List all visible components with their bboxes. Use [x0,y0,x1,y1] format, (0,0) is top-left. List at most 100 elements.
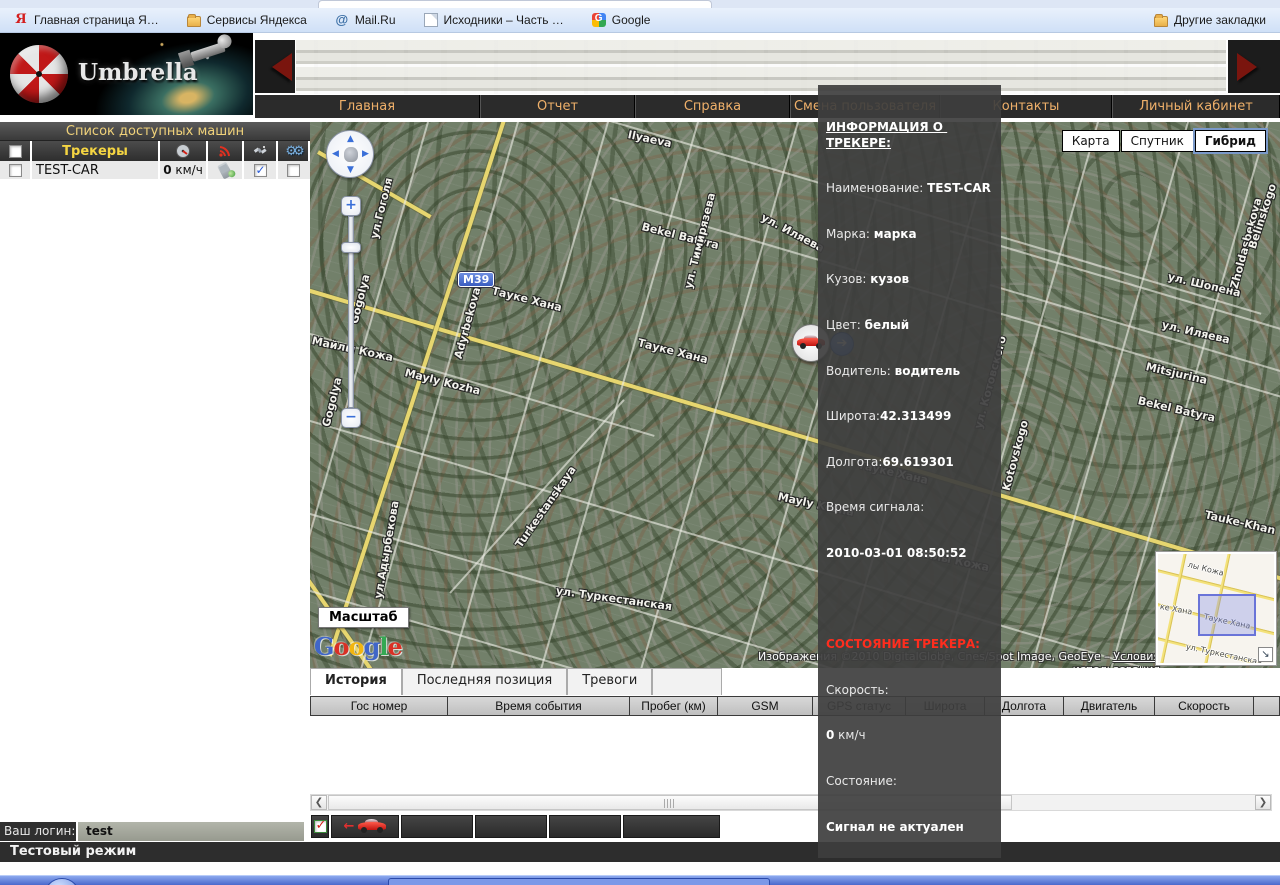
red-check-icon [314,820,327,833]
minimap-label: лы Кожа [1187,560,1225,578]
app-logo: Umbrella [0,33,253,115]
nav-item-help[interactable]: Справка [635,95,790,118]
nav-item-report[interactable]: Отчет [480,95,635,118]
scale-button[interactable]: Масштаб [318,607,409,628]
pan-down-icon[interactable]: ▼ [347,166,354,175]
logo-letter: e [387,632,401,661]
zoom-slider: + − [341,196,361,428]
minimap-collapse-button[interactable]: ↘ [1258,647,1273,662]
horizontal-scrollbar[interactable]: ❮ ❯ [310,794,1272,811]
tracker-speed: 0 км/ч [160,161,208,179]
quick-empty-button[interactable] [623,815,720,838]
folder-icon [1154,16,1168,27]
brand-title: Umbrella [78,59,198,86]
phone-icon[interactable] [217,161,233,179]
popup-field: Кузов: кузов [826,272,993,287]
sidebar-title: Список доступных машин [0,122,310,141]
minimap[interactable]: лы Кожа ке Хана Тауке Хана ул. Туркестан… [1155,551,1277,666]
google-logo[interactable]: Google [314,632,402,661]
minimap-viewport[interactable] [1198,594,1256,636]
tab-alarms[interactable]: Тревоги [567,668,652,695]
popup-speed-label: Скорость: [826,683,993,698]
speedometer-icon[interactable] [160,141,208,161]
street-label: ул. Иляева [1161,318,1232,346]
header-forward-button[interactable] [1228,40,1280,93]
red-arrow-left-icon: ← [344,819,355,834]
pan-right-icon[interactable]: ▶ [362,150,369,159]
header-cell-gsm[interactable]: GSM [718,696,813,716]
trackers-header-row: Трекеры ⚙⚙ [0,141,310,161]
map-type-satellite-button[interactable]: Спутник [1121,130,1194,152]
login-label: Ваш логин: [0,822,76,841]
logo-letter: o [334,632,349,661]
tab-last-position[interactable]: Последняя позиция [402,668,567,695]
header-cell-mileage[interactable]: Пробег (км) [630,696,718,716]
header-cell-plate[interactable]: Гос номер [310,696,448,716]
tab-history[interactable]: История [310,668,402,695]
logo-letter: o [349,632,364,661]
tracker-checkbox[interactable] [9,164,22,177]
start-button[interactable] [44,878,80,885]
map-canvas[interactable]: Ilyaeva ул. Иляева Bekel Batyra ул. Тими… [310,122,1280,668]
browser-tab-strip [0,0,1280,8]
street-label: Тауке Хана [490,284,563,314]
tracker-name[interactable]: TEST-CAR [32,161,160,179]
taskbar[interactable] [0,875,1280,885]
zoom-out-button[interactable]: − [341,408,361,428]
pan-control[interactable]: ▲ ▼ ◀ ▶ [326,130,374,178]
pan-left-icon[interactable]: ◀ [332,150,339,159]
signal-icon[interactable] [208,141,244,161]
header-cell-event-time[interactable]: Время события [448,696,630,716]
umbrella-icon [10,45,68,103]
gears-icon[interactable]: ⚙⚙ [278,141,308,161]
header-cell-speed[interactable]: Скорость [1155,696,1254,716]
zoom-handle[interactable] [341,242,361,253]
road [438,122,611,668]
test-mode-bar: Тестовый режим [0,842,1280,862]
nav-item-home[interactable]: Главная [255,95,480,118]
quick-select-button[interactable] [311,815,329,838]
zoom-in-button[interactable]: + [341,196,361,216]
extra-checkbox[interactable] [287,164,300,177]
popup-state-title: СОСТОЯНИЕ ТРЕКЕРА: [826,637,993,652]
satellite-icon[interactable] [244,141,278,161]
bookmark-item[interactable]: Google [578,8,665,32]
map-type-map-button[interactable]: Карта [1062,130,1120,152]
main-nav: Главная Отчет Справка Смена пользователя… [255,95,1280,118]
sidebar: Список доступных машин Трекеры ⚙⚙ TEST-C… [0,122,310,818]
trackers-column-header[interactable]: Трекеры [32,141,160,161]
quick-empty-button[interactable] [549,815,621,838]
scroll-right-button[interactable]: ❯ [1255,795,1271,810]
street-label: Тауке Хана [636,336,709,366]
quick-car-button[interactable]: ← [331,815,399,838]
other-bookmarks[interactable]: Другие закладки [1140,8,1280,32]
google-icon [592,13,606,27]
popup-status-value: Сигнал не актуален [826,820,993,835]
tab-filler [652,668,722,695]
arrow-left-icon [258,53,292,81]
header-cell-engine[interactable]: Двигатель [1064,696,1155,716]
nav-item-account[interactable]: Личный кабинет [1112,95,1280,118]
header-back-button[interactable] [255,40,295,93]
bookmark-item[interactable]: ЯГлавная страница Я… [0,8,173,32]
street-label: Tauke-Khan [1204,508,1277,537]
popup-title: ИНФОРМАЦИЯ О ТРЕКЕРЕ: [826,120,993,150]
monitor-checkbox[interactable] [254,164,267,177]
taskbar-window-button[interactable] [388,878,770,885]
bookmark-item[interactable]: @Mail.Ru [321,8,410,32]
bookmark-item[interactable]: Сервисы Яндекса [173,8,321,32]
browser-active-tab[interactable] [318,0,712,8]
bookmark-item[interactable]: Исходники – Часть … [410,8,578,32]
logo-letter: g [364,632,380,661]
map-type-hybrid-button[interactable]: Гибрид [1195,130,1266,152]
popup-field: Наименование: TEST-CAR [826,181,993,196]
select-all-checkbox[interactable] [9,145,22,158]
scroll-left-button[interactable]: ❮ [311,795,327,810]
folder-icon [187,16,201,27]
pan-up-icon[interactable]: ▲ [347,135,354,144]
quick-empty-button[interactable] [475,815,547,838]
quick-empty-button[interactable] [401,815,473,838]
tracker-row[interactable]: TEST-CAR 0 км/ч [0,161,310,179]
yandex-icon: Я [14,13,28,27]
header-texture-band [296,40,1226,94]
